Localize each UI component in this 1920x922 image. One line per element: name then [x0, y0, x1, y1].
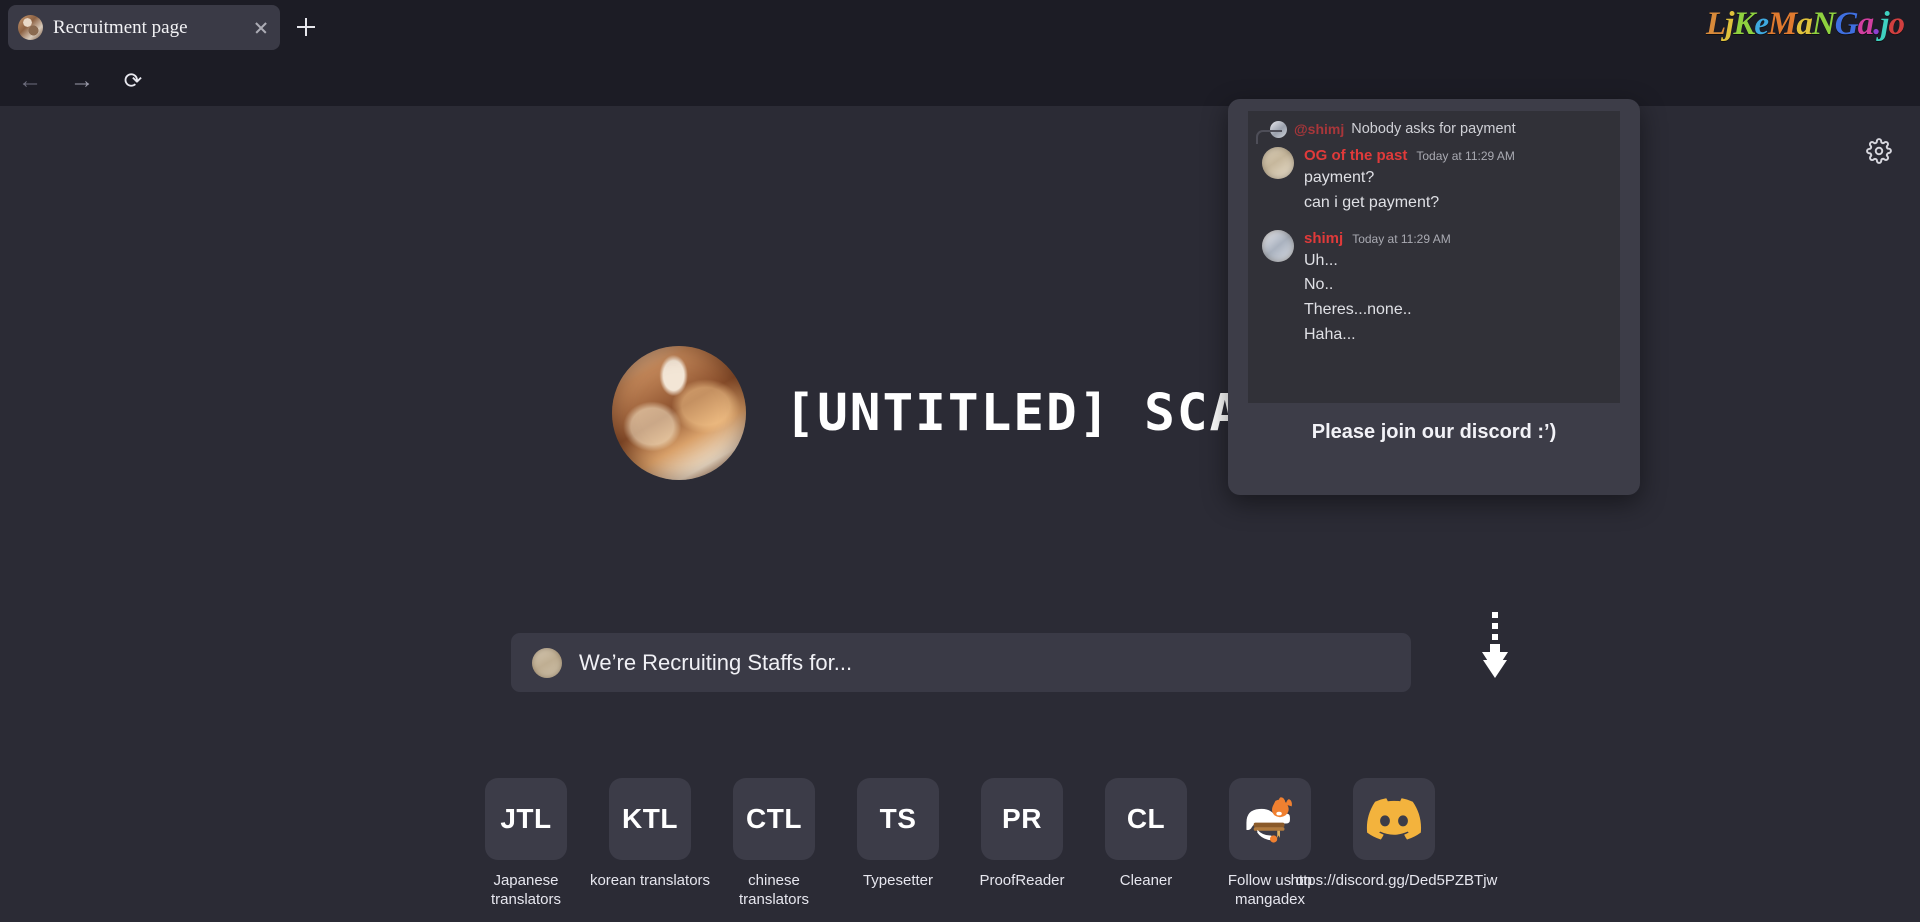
back-button[interactable]: ←: [13, 64, 47, 98]
logo-letter: N: [1812, 6, 1835, 42]
discord-preview-popup: @shimj Nobody asks for payment OG of the…: [1228, 99, 1640, 495]
reply-mention[interactable]: @shimj: [1294, 121, 1344, 137]
reload-icon: ⟳: [116, 64, 150, 98]
tab-title: Recruitment page: [53, 17, 240, 39]
browser-tab-recruitment-page[interactable]: Recruitment page: [8, 5, 280, 50]
close-icon[interactable]: [250, 17, 272, 39]
role-abbreviation: TS: [880, 803, 917, 835]
role-abbreviation: CTL: [746, 803, 802, 835]
role-tile-ctl[interactable]: CTL: [733, 778, 815, 860]
role-item[interactable]: PR ProofReader: [960, 778, 1084, 891]
new-tab-button[interactable]: [290, 11, 322, 43]
shimj-avatar[interactable]: [1262, 230, 1294, 262]
role-label: korean translators: [590, 872, 710, 891]
arrow-down-dotted-icon: [1480, 612, 1510, 678]
logo-letter: L: [1706, 6, 1725, 42]
role-item[interactable]: CTL chinese translators: [712, 778, 836, 910]
role-tile-pr[interactable]: PR: [981, 778, 1063, 860]
discord-message: OG of the past Today at 11:29 AM payment?c…: [1248, 141, 1620, 224]
logo-letter: M: [1768, 6, 1796, 42]
forward-button[interactable]: →: [65, 64, 99, 98]
message-header: OG of the past Today at 11:29 AM: [1304, 147, 1610, 164]
gear-icon[interactable]: [1866, 138, 1892, 164]
message-author[interactable]: shimj: [1304, 230, 1343, 247]
browser-chrome: Recruitment page LjKeMaNGa.jo ← → ⟳ is u…: [0, 0, 1920, 106]
logo-letter: a: [1858, 6, 1874, 42]
message-header: shimj Today at 11:29 AM: [1304, 230, 1610, 247]
arrow-right-icon: →: [65, 64, 99, 98]
role-abbreviation: KTL: [622, 803, 678, 835]
role-label: Cleaner: [1120, 872, 1173, 891]
discord-messages: OG of the past Today at 11:29 AM payment?c…: [1248, 141, 1620, 356]
role-item[interactable]: TS Typesetter: [836, 778, 960, 891]
likemanga-logo: LjKeMaNGa.jo: [1706, 2, 1904, 46]
role-label: Typesetter: [863, 872, 933, 891]
logo-letter: j: [1880, 6, 1888, 42]
mangadex-icon[interactable]: [1229, 778, 1311, 860]
role-label: chinese translators: [712, 872, 836, 910]
message-line: Uh...: [1304, 249, 1610, 274]
message-author[interactable]: OG of the past: [1304, 147, 1407, 164]
role-tile-ts[interactable]: TS: [857, 778, 939, 860]
message-line: payment?: [1304, 166, 1610, 191]
message-timestamp: Today at 11:29 AM: [1352, 232, 1451, 246]
tab-strip: Recruitment page LjKeMaNGa.jo: [0, 0, 1920, 55]
server-avatar: [532, 648, 562, 678]
message-line: Theres...none..: [1304, 298, 1610, 323]
role-item[interactable]: JTL Japanese translators: [464, 778, 588, 910]
logo-letter: K: [1733, 6, 1754, 42]
tab-favicon-icon: [18, 15, 43, 40]
role-label: Japanese translators: [464, 872, 588, 910]
arrow-left-icon: ←: [13, 64, 47, 98]
reply-text: Nobody asks for payment: [1351, 121, 1515, 137]
discord-icon[interactable]: [1353, 778, 1435, 860]
og-of-the-past-avatar[interactable]: [1262, 147, 1294, 179]
message-line: No..: [1304, 273, 1610, 298]
popup-footer-text: Please join our discord :’): [1228, 421, 1640, 444]
role-tile-ktl[interactable]: KTL: [609, 778, 691, 860]
roles-row: JTL Japanese translators KTL korean transla…: [0, 778, 1920, 910]
logo-letter: o: [1889, 6, 1905, 42]
role-abbreviation: CL: [1127, 803, 1165, 835]
recruit-banner[interactable]: We’re Recruiting Staffs for...: [511, 633, 1411, 692]
role-item[interactable]: https://discord.gg/Ded5PZBTjw: [1332, 778, 1456, 891]
recruit-banner-text: We’re Recruiting Staffs for...: [579, 650, 852, 676]
logo-letter: a: [1796, 6, 1812, 42]
role-tile-cl[interactable]: CL: [1105, 778, 1187, 860]
reload-button[interactable]: ⟳: [116, 64, 150, 98]
role-label: ProofReader: [979, 872, 1064, 891]
role-abbreviation: PR: [1002, 803, 1042, 835]
role-abbreviation: JTL: [500, 803, 551, 835]
discord-chat-panel: @shimj Nobody asks for payment OG of the…: [1248, 111, 1620, 403]
logo-letter: G: [1835, 6, 1858, 42]
untitled-scans-avatar: [612, 346, 746, 480]
navigation-bar: ← → ⟳ is untitled scans recruiting? Sear…: [0, 55, 1920, 106]
logo-letter: e: [1754, 6, 1768, 42]
message-line: Haha...: [1304, 323, 1610, 348]
role-tile-jtl[interactable]: JTL: [485, 778, 567, 860]
role-item[interactable]: KTL korean translators: [588, 778, 712, 891]
role-label: https://discord.gg/Ded5PZBTjw: [1291, 872, 1498, 891]
discord-message: shimj Today at 11:29 AM Uh...No..Theres...…: [1248, 224, 1620, 356]
reply-preview: @shimj Nobody asks for payment: [1270, 118, 1614, 140]
message-line: can i get payment?: [1304, 191, 1610, 216]
role-item[interactable]: CL Cleaner: [1084, 778, 1208, 891]
message-timestamp: Today at 11:29 AM: [1416, 149, 1515, 163]
